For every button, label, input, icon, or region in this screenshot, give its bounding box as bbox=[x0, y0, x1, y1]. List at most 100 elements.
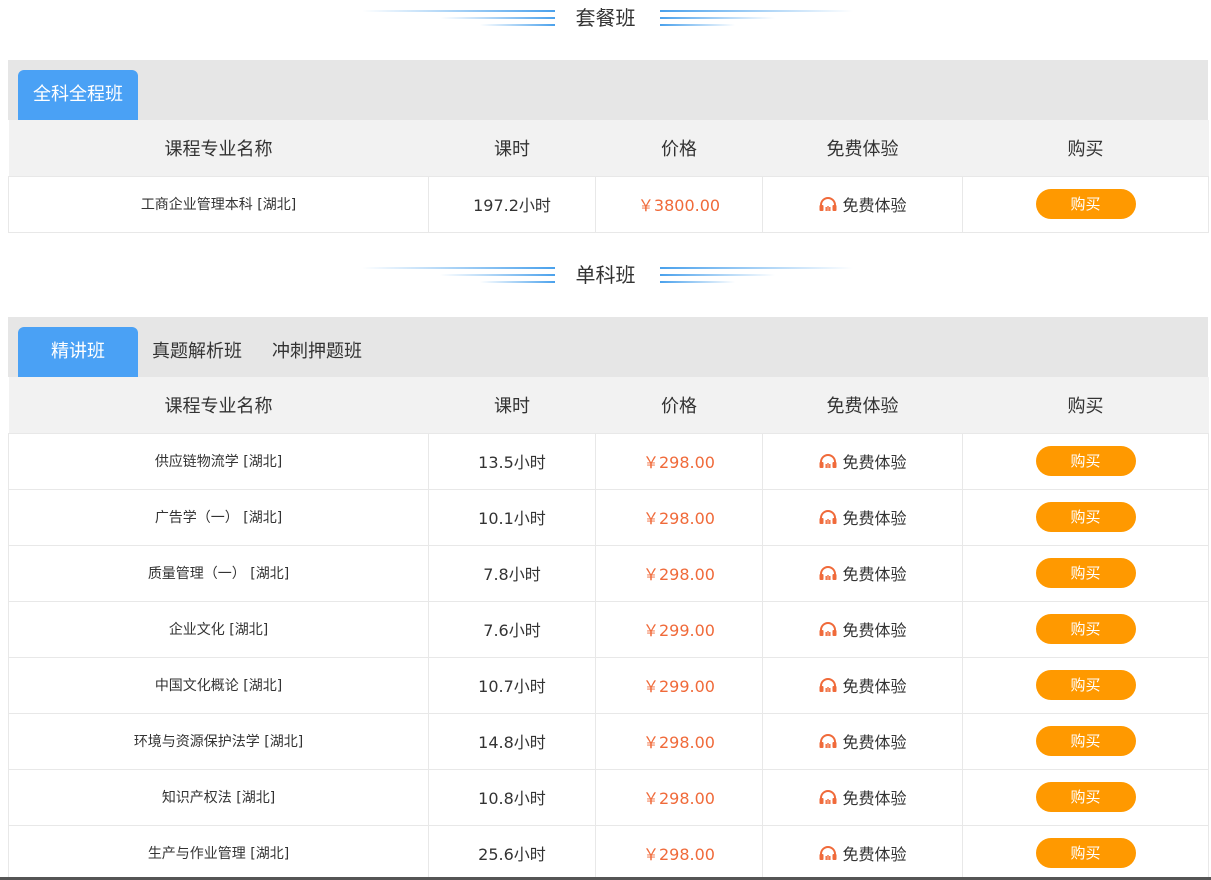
tab-intensive[interactable]: 精讲班 bbox=[18, 327, 138, 377]
free-trial-link[interactable]: 免费体验 bbox=[818, 505, 907, 529]
buy-cell: 购买 bbox=[962, 488, 1209, 546]
buy-button[interactable]: 购买 bbox=[1035, 189, 1136, 219]
section-title: 套餐班 bbox=[575, 6, 636, 30]
free-trial-link[interactable]: 免费体验 bbox=[818, 673, 907, 697]
course-table: 课程专业名称 课时 价格 免费体验 购买 工商企业管理本科 [湖北] 197.2小… bbox=[8, 120, 1209, 233]
buy-button[interactable]: 购买 bbox=[1035, 782, 1136, 812]
buy-button[interactable]: 购买 bbox=[1035, 670, 1136, 700]
tab-bar: 精讲班 真题解析班 冲刺押题班 bbox=[8, 317, 1208, 377]
header-course-name: 课程专业名称 bbox=[8, 120, 429, 176]
header-hours: 课时 bbox=[428, 377, 596, 433]
free-trial-cell: 免费体验 bbox=[762, 600, 963, 658]
buy-button[interactable]: 购买 bbox=[1035, 502, 1136, 532]
table-header-row: 课程专业名称 课时 价格 免费体验 购买 bbox=[8, 120, 1209, 176]
course-name: 环境与资源保护法学 [湖北] bbox=[8, 712, 429, 770]
free-trial-label: 免费体验 bbox=[842, 453, 907, 472]
header-buy: 购买 bbox=[962, 377, 1209, 433]
free-trial-label: 免费体验 bbox=[842, 733, 907, 752]
single-panel: 精讲班 真题解析班 冲刺押题班 课程专业名称 课时 价格 免费体验 购买 供应链… bbox=[8, 317, 1209, 880]
free-trial-cell: 免费体验 bbox=[762, 488, 963, 546]
free-trial-label: 免费体验 bbox=[842, 196, 907, 215]
course-hours: 7.8小时 bbox=[428, 544, 596, 602]
buy-button[interactable]: 购买 bbox=[1035, 446, 1136, 476]
course-name: 工商企业管理本科 [湖北] bbox=[8, 175, 429, 233]
course-price: ￥298.00 bbox=[595, 432, 763, 490]
course-hours: 25.6小时 bbox=[428, 824, 596, 880]
table-row: 中国文化概论 [湖北] 10.7小时 ￥299.00 免费体验 购买 bbox=[8, 656, 1209, 714]
buy-cell: 购买 bbox=[962, 432, 1209, 490]
course-hours: 13.5小时 bbox=[428, 432, 596, 490]
course-price: ￥298.00 bbox=[595, 768, 763, 826]
header-price: 价格 bbox=[595, 377, 763, 433]
course-hours: 10.8小时 bbox=[428, 768, 596, 826]
free-trial-cell: 免费体验 bbox=[762, 768, 963, 826]
free-trial-cell: 免费体验 bbox=[762, 175, 963, 233]
free-trial-link[interactable]: 免费体验 bbox=[818, 841, 907, 865]
free-trial-link[interactable]: 免费体验 bbox=[818, 729, 907, 753]
table-row: 企业文化 [湖北] 7.6小时 ￥299.00 免费体验 购买 bbox=[8, 600, 1209, 658]
package-panel: 全科全程班 课程专业名称 课时 价格 免费体验 购买 工商企业管理本科 [湖北]… bbox=[8, 60, 1209, 233]
free-trial-cell: 免费体验 bbox=[762, 432, 963, 490]
free-trial-cell: 免费体验 bbox=[762, 712, 963, 770]
buy-cell: 购买 bbox=[962, 544, 1209, 602]
free-trial-label: 免费体验 bbox=[842, 845, 907, 864]
buy-cell: 购买 bbox=[962, 656, 1209, 714]
header-free-trial: 免费体验 bbox=[762, 377, 963, 433]
free-trial-link[interactable]: 免费体验 bbox=[818, 192, 907, 216]
buy-cell: 购买 bbox=[962, 768, 1209, 826]
course-price: ￥298.00 bbox=[595, 712, 763, 770]
free-trial-cell: 免费体验 bbox=[762, 544, 963, 602]
single-section-heading: 单科班 bbox=[0, 257, 1211, 297]
course-price: ￥3800.00 bbox=[595, 175, 763, 233]
tab-sprint[interactable]: 冲刺押题班 bbox=[272, 327, 362, 377]
headset-icon bbox=[819, 510, 837, 524]
table-row: 生产与作业管理 [湖北] 25.6小时 ￥298.00 免费体验 购买 bbox=[8, 824, 1209, 880]
course-price: ￥299.00 bbox=[595, 656, 763, 714]
tab-exam-analysis[interactable]: 真题解析班 bbox=[152, 327, 242, 377]
free-trial-cell: 免费体验 bbox=[762, 824, 963, 880]
headset-icon bbox=[819, 846, 837, 860]
free-trial-label: 免费体验 bbox=[842, 789, 907, 808]
free-trial-link[interactable]: 免费体验 bbox=[818, 561, 907, 585]
buy-button[interactable]: 购买 bbox=[1035, 614, 1136, 644]
course-table: 课程专业名称 课时 价格 免费体验 购买 供应链物流学 [湖北] 13.5小时 ￥2… bbox=[8, 377, 1209, 880]
course-name: 企业文化 [湖北] bbox=[8, 600, 429, 658]
course-name: 生产与作业管理 [湖北] bbox=[8, 824, 429, 880]
course-hours: 197.2小时 bbox=[428, 175, 596, 233]
header-course-name: 课程专业名称 bbox=[8, 377, 429, 433]
free-trial-label: 免费体验 bbox=[842, 621, 907, 640]
table-row: 环境与资源保护法学 [湖北] 14.8小时 ￥298.00 免费体验 购买 bbox=[8, 712, 1209, 770]
free-trial-link[interactable]: 免费体验 bbox=[818, 617, 907, 641]
buy-cell: 购买 bbox=[962, 824, 1209, 880]
course-name: 质量管理（一） [湖北] bbox=[8, 544, 429, 602]
headset-icon bbox=[819, 566, 837, 580]
course-hours: 10.1小时 bbox=[428, 488, 596, 546]
headset-icon bbox=[819, 678, 837, 692]
table-row: 知识产权法 [湖北] 10.8小时 ￥298.00 免费体验 购买 bbox=[8, 768, 1209, 826]
headset-icon bbox=[819, 734, 837, 748]
free-trial-cell: 免费体验 bbox=[762, 656, 963, 714]
headset-icon bbox=[819, 454, 837, 468]
free-trial-link[interactable]: 免费体验 bbox=[818, 785, 907, 809]
course-price: ￥298.00 bbox=[595, 544, 763, 602]
course-name: 广告学（一） [湖北] bbox=[8, 488, 429, 546]
tab-full-course[interactable]: 全科全程班 bbox=[18, 70, 138, 120]
buy-cell: 购买 bbox=[962, 175, 1209, 233]
buy-button[interactable]: 购买 bbox=[1035, 558, 1136, 588]
course-price: ￥298.00 bbox=[595, 488, 763, 546]
header-price: 价格 bbox=[595, 120, 763, 176]
buy-button[interactable]: 购买 bbox=[1035, 838, 1136, 868]
table-row: 质量管理（一） [湖北] 7.8小时 ￥298.00 免费体验 购买 bbox=[8, 544, 1209, 602]
free-trial-label: 免费体验 bbox=[842, 565, 907, 584]
course-name: 知识产权法 [湖北] bbox=[8, 768, 429, 826]
free-trial-link[interactable]: 免费体验 bbox=[818, 449, 907, 473]
tab-bar: 全科全程班 bbox=[8, 60, 1208, 120]
course-price: ￥299.00 bbox=[595, 600, 763, 658]
package-section-heading: 套餐班 bbox=[0, 0, 1211, 40]
headset-icon bbox=[819, 197, 837, 211]
free-trial-label: 免费体验 bbox=[842, 677, 907, 696]
course-price: ￥298.00 bbox=[595, 824, 763, 880]
header-buy: 购买 bbox=[962, 120, 1209, 176]
buy-button[interactable]: 购买 bbox=[1035, 726, 1136, 756]
table-row: 供应链物流学 [湖北] 13.5小时 ￥298.00 免费体验 购买 bbox=[8, 432, 1209, 490]
